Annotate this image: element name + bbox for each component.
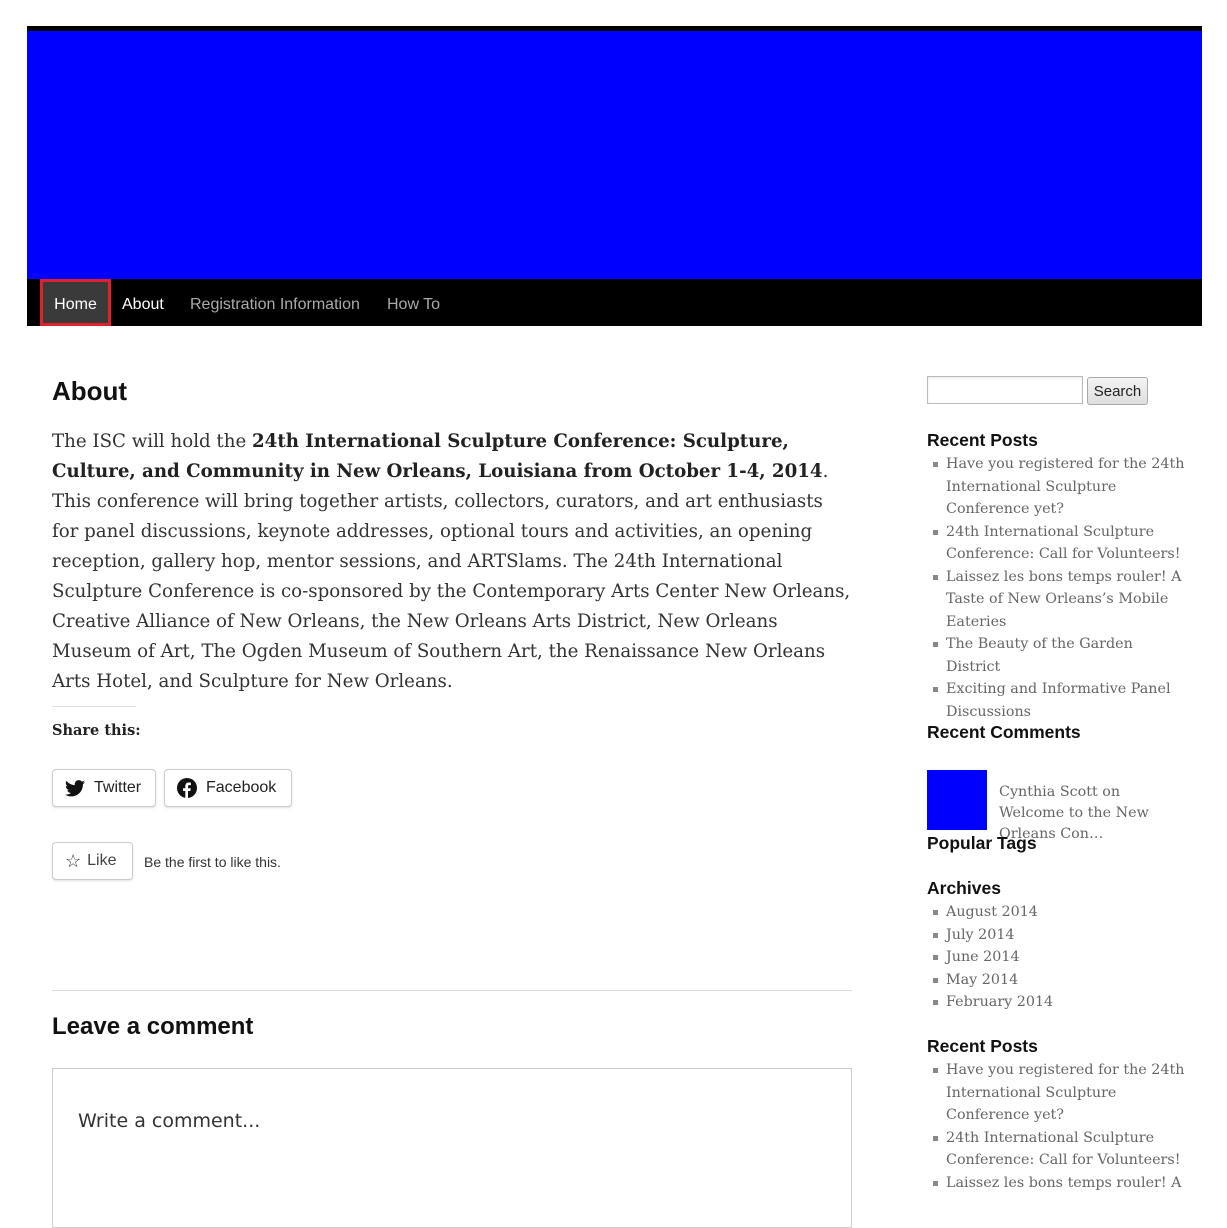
nav-item-about[interactable]: About: [122, 279, 164, 326]
like-button[interactable]: ☆ Like: [52, 842, 133, 880]
page-title: About: [52, 376, 128, 406]
like-label: Like: [87, 852, 117, 869]
nav-item-how-to[interactable]: How To: [387, 279, 440, 326]
recent-post-link[interactable]: 24th International Sculpture Conference:…: [927, 521, 1187, 566]
facebook-icon: [177, 778, 197, 798]
comment-placeholder: Write a comment...: [78, 1110, 261, 1132]
entry-content: The ISC will hold the 24th International…: [52, 427, 852, 697]
comments-divider: [52, 990, 852, 991]
facebook-share-button[interactable]: Facebook: [164, 769, 292, 807]
recent-comments-title: Recent Comments: [927, 722, 1081, 742]
recent-posts-title-2: Recent Posts: [927, 1036, 1038, 1056]
body-text: . This conference will bring together ar…: [52, 461, 851, 692]
share-heading: Share this:: [52, 722, 141, 739]
archive-link[interactable]: July 2014: [927, 924, 1187, 947]
recent-post-link[interactable]: Have you registered for the 24th Interna…: [927, 1059, 1187, 1127]
intro-text: The ISC will hold the: [52, 431, 253, 452]
star-icon: ☆: [65, 850, 82, 871]
archive-link[interactable]: February 2014: [927, 991, 1187, 1014]
archive-link[interactable]: May 2014: [927, 969, 1187, 992]
recent-post-link[interactable]: 24th International Sculpture Conference:…: [927, 1127, 1187, 1172]
share-divider: [52, 706, 136, 707]
avatar[interactable]: [927, 770, 987, 830]
recent-posts-title: Recent Posts: [927, 430, 1038, 450]
recent-post-link[interactable]: Exciting and Informative Panel Discussio…: [927, 678, 1187, 723]
recent-posts-list-2: Have you registered for the 24th Interna…: [927, 1059, 1187, 1194]
recent-post-link[interactable]: The Beauty of the Garden District: [927, 633, 1187, 678]
search-button[interactable]: Search: [1087, 377, 1148, 405]
facebook-label: Facebook: [206, 779, 277, 796]
comment-textarea[interactable]: Write a comment...: [52, 1068, 852, 1228]
popular-tags-title: Popular Tags: [927, 833, 1037, 853]
twitter-icon: [65, 778, 85, 798]
search-input[interactable]: [927, 376, 1083, 404]
archive-link[interactable]: June 2014: [927, 946, 1187, 969]
twitter-share-button[interactable]: Twitter: [52, 769, 156, 807]
archive-link[interactable]: August 2014: [927, 901, 1187, 924]
leave-comment-title: Leave a comment: [52, 1013, 254, 1040]
recent-post-link[interactable]: Laissez les bons temps rouler! A Taste o…: [927, 566, 1187, 634]
nav-item-home[interactable]: Home: [40, 279, 111, 326]
page-wrapper: Home About Registration Information How …: [27, 26, 1202, 1228]
archives-title: Archives: [927, 878, 1001, 898]
like-status-text: Be the first to like this.: [144, 854, 281, 870]
twitter-label: Twitter: [94, 779, 142, 796]
header-banner[interactable]: [27, 31, 1202, 279]
nav-item-registration-information[interactable]: Registration Information: [190, 279, 360, 326]
recent-posts-list: Have you registered for the 24th Interna…: [927, 453, 1187, 723]
recent-post-link[interactable]: Have you registered for the 24th Interna…: [927, 453, 1187, 521]
archives-list: August 2014 July 2014 June 2014 May 2014…: [927, 901, 1187, 1014]
main-navigation: Home About Registration Information How …: [27, 279, 1202, 326]
